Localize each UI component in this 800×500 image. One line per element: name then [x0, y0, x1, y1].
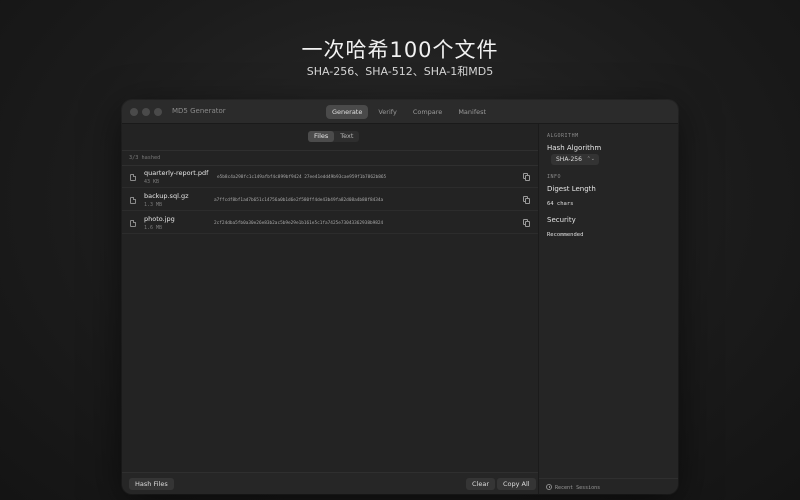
recent-sessions-button[interactable]: Recent Sessions [539, 478, 678, 494]
file-icon [130, 220, 136, 227]
clock-icon [546, 484, 552, 490]
file-hash: e5b8c4a298fc1c149afbf4c899bf9424 27ee41e… [217, 175, 387, 180]
zoom-window-button[interactable] [154, 108, 162, 116]
algorithm-section-header: ALGORITHM [547, 133, 579, 139]
file-name: backup.sql.gz [144, 192, 189, 200]
text-toggle[interactable]: Text [334, 131, 359, 142]
file-size: 1.3 MB [144, 202, 163, 208]
main-pane: Files Text 3/3 hashed quarterly-report.p… [122, 124, 538, 494]
security-label: Security [547, 216, 576, 224]
clear-button[interactable]: Clear [466, 478, 495, 490]
copy-all-button[interactable]: Copy All [497, 478, 536, 490]
hero-subtitle: SHA-256、SHA-512、SHA-1和MD5 [306, 65, 494, 78]
input-type-toggle: Files Text [308, 131, 360, 142]
divider [122, 150, 538, 151]
file-icon [130, 197, 136, 204]
file-name: photo.jpg [144, 215, 175, 223]
recent-sessions-label: Recent Sessions [555, 485, 601, 491]
tab-verify[interactable]: Verify [372, 105, 402, 119]
app-window: MD5 Generator Generate Verify Compare Ma… [122, 100, 678, 494]
mode-tabs: Generate Verify Compare Manifest [326, 105, 492, 119]
inspector-sidebar: ALGORITHM Hash Algorithm SHA-256 ⌃⌄ INFO… [538, 124, 678, 494]
hero-title: 一次哈希100个文件 [301, 38, 499, 62]
algorithm-label: Hash Algorithm [547, 144, 602, 152]
file-icon [130, 174, 136, 181]
title-bar: MD5 Generator Generate Verify Compare Ma… [122, 100, 678, 124]
copy-icon[interactable] [523, 196, 530, 204]
algorithm-select[interactable]: SHA-256 ⌃⌄ [551, 154, 599, 165]
file-row[interactable]: photo.jpg 1.6 MB 2cf24dba5fb0a30e26e83b2… [122, 212, 538, 234]
files-toggle[interactable]: Files [308, 131, 335, 142]
security-value: Recommended [547, 232, 584, 238]
tab-manifest[interactable]: Manifest [452, 105, 492, 119]
file-name: quarterly-report.pdf [144, 169, 209, 177]
file-row[interactable]: quarterly-report.pdf 43 KB e5b8c4a298fc1… [122, 166, 538, 188]
hashed-count: 3/3 hashed [129, 155, 161, 161]
chevron-updown-icon: ⌃⌄ [586, 156, 595, 162]
minimize-window-button[interactable] [142, 108, 150, 116]
file-hash: a7ffcdf8bf1ad7b651c14756a0b1d6e2f580ff4d… [214, 198, 384, 203]
file-size: 1.6 MB [144, 225, 163, 231]
digest-length-value: 64 chars [547, 201, 574, 207]
copy-icon[interactable] [523, 173, 530, 181]
copy-icon[interactable] [523, 219, 530, 227]
hash-files-button[interactable]: Hash Files [129, 478, 174, 490]
file-size: 43 KB [144, 179, 160, 185]
file-row[interactable]: backup.sql.gz 1.3 MB a7ffcdf8bf1ad7b651c… [122, 189, 538, 211]
tab-generate[interactable]: Generate [326, 105, 369, 119]
bottom-toolbar: Hash Files Clear Copy All [122, 472, 538, 494]
tab-compare[interactable]: Compare [407, 105, 449, 119]
close-window-button[interactable] [130, 108, 138, 116]
file-hash: 2cf24dba5fb0a30e26e83b2ac5b9e29e1b161e5c… [214, 221, 384, 226]
window-title: MD5 Generator [172, 107, 226, 115]
algorithm-value: SHA-256 [556, 156, 582, 163]
info-section-header: INFO [547, 174, 562, 180]
digest-length-label: Digest Length [547, 185, 596, 193]
